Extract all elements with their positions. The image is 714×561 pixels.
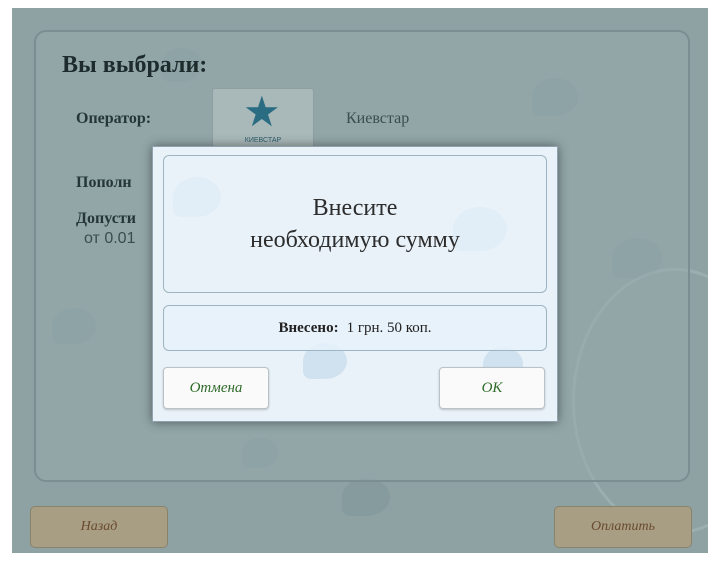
cancel-button-label: Отмена: [189, 379, 243, 396]
star-icon: ★: [243, 90, 281, 136]
topup-label: Пополн: [76, 174, 132, 191]
deposited-label: Внесено:: [278, 319, 339, 336]
operator-label: Оператор:: [76, 110, 152, 127]
back-button-label: Назад: [80, 519, 118, 534]
operator-logo: ★ КИЕВСТАР: [212, 88, 314, 152]
page-title: Вы выбрали:: [62, 52, 208, 78]
cancel-button[interactable]: Отмена: [163, 367, 269, 409]
back-button[interactable]: Назад: [30, 506, 168, 548]
deposited-amount-box: Внесено: 1 грн. 50 коп.: [163, 305, 547, 351]
ok-button-label: OK: [481, 379, 503, 396]
background-leaf: [342, 478, 390, 516]
pay-button-label: Оплатить: [591, 519, 655, 534]
operator-logo-text: КИЕВСТАР: [244, 137, 282, 144]
operator-name: Киевстар: [346, 110, 410, 127]
pay-button[interactable]: Оплатить: [554, 506, 692, 548]
dialog-message-line1: Внесите: [312, 195, 398, 221]
ok-button[interactable]: OK: [439, 367, 545, 409]
allowed-range: от 0.01: [84, 230, 136, 247]
dialog-message-line2: необходимую сумму: [250, 227, 460, 253]
deposited-value: 1 грн. 50 коп.: [346, 319, 432, 336]
dialog-message: Внесите необходимую сумму: [163, 155, 547, 293]
deposit-dialog: Внесите необходимую сумму Внесено: 1 грн…: [152, 146, 558, 422]
allowed-amount-label: Допусти: [76, 210, 136, 227]
